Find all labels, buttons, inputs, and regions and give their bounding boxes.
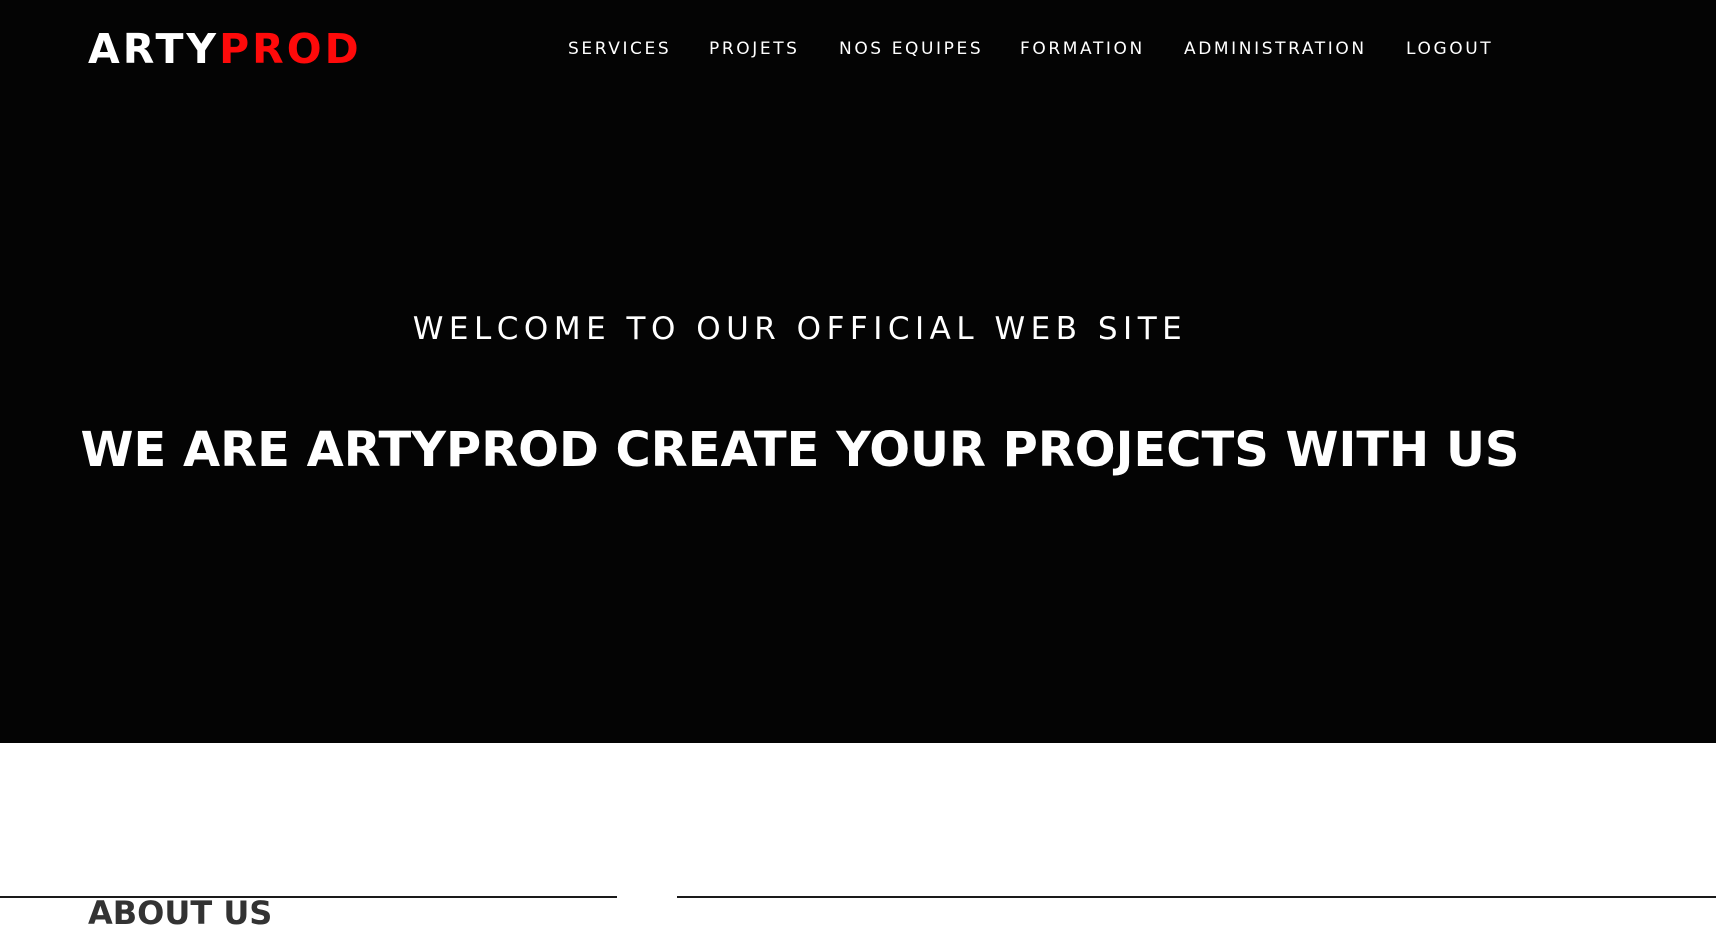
top-navbar: ARTYPROD SERVICES PROJETS NOS EQUIPES FO… <box>0 0 1716 100</box>
hero-subtitle: WELCOME TO OUR OFFICIAL WEB SITE <box>412 311 1188 347</box>
logo-text-arty: ARTY <box>88 25 220 73</box>
hero-headline: WE ARE ARTYPROD CREATE YOUR PROJECTS WIT… <box>80 422 1520 479</box>
logo-text-prod: PROD <box>219 25 362 73</box>
nav-link-logout[interactable]: LOGOUT <box>1406 38 1493 60</box>
nav-link-nos-equipes[interactable]: NOS EQUIPES <box>839 38 983 60</box>
nav-link-services[interactable]: SERVICES <box>568 38 671 60</box>
nav-link-projets[interactable]: PROJETS <box>709 38 800 60</box>
nav-link-formation[interactable]: FORMATION <box>1020 38 1145 60</box>
site-logo[interactable]: ARTYPROD <box>88 25 362 73</box>
hero-section: ARTYPROD SERVICES PROJETS NOS EQUIPES FO… <box>0 0 1716 743</box>
nav-link-administration[interactable]: ADMINISTRATION <box>1184 38 1367 60</box>
about-section-title: ABOUT US <box>88 893 273 932</box>
